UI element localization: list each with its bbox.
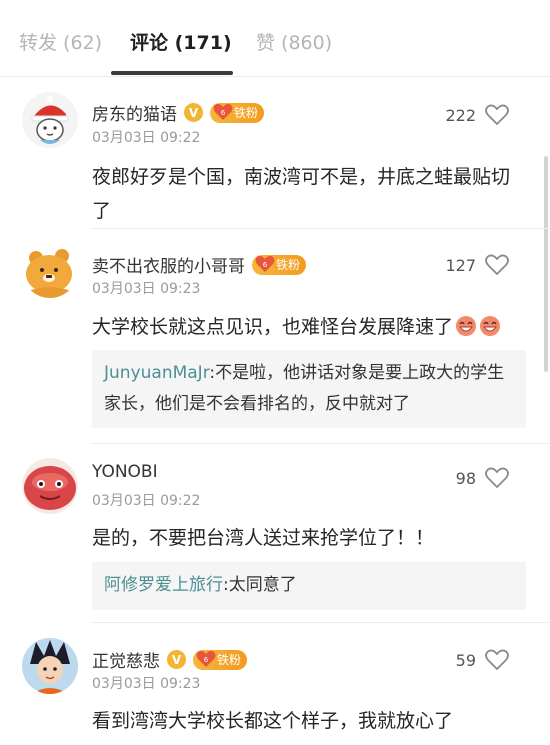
tab-likes[interactable]: 赞 (860): [256, 28, 332, 55]
like-button[interactable]: 59: [456, 648, 510, 672]
heart-outline-icon[interactable]: [484, 103, 510, 127]
like-button[interactable]: 98: [456, 466, 510, 490]
cartoon-cat-with-hat-avatar-icon: [22, 92, 78, 148]
heart-outline-icon[interactable]: [484, 466, 510, 490]
laughing-face-emoji-icon: [479, 315, 501, 337]
reply-author[interactable]: 阿修罗爱上旅行: [104, 575, 223, 595]
avatar[interactable]: [22, 458, 78, 514]
active-tab-indicator: [111, 71, 233, 75]
divider: [90, 622, 550, 623]
like-count: 98: [455, 468, 476, 488]
reply-author[interactable]: JunyuanMaJr: [104, 363, 209, 383]
svg-text:6: 6: [263, 261, 268, 269]
red-creature-avatar-icon: [22, 458, 78, 514]
comment-text: 是的，不要把台湾人送过来抢学位了！！: [92, 527, 435, 549]
fan-badge: 6 铁粉: [252, 253, 307, 275]
anime-character-avatar-icon: [22, 638, 78, 694]
avatar[interactable]: [22, 638, 78, 694]
comment-item: 正觉慈悲 V 6 铁粉 03月03日 09:23 59 看到湾湾大学校长都这个样…: [0, 624, 550, 745]
comment-item: 房东的猫语 V 6 铁粉 03月03日 09:22 222 夜郎好歹是个国，南波…: [0, 78, 550, 229]
timestamp: 03月03日 09:23: [92, 281, 201, 297]
svg-text:6: 6: [204, 656, 209, 664]
avatar[interactable]: [22, 242, 78, 298]
reply-box[interactable]: 阿修罗爱上旅行:太同意了: [92, 562, 526, 610]
like-count: 222: [445, 105, 476, 125]
divider: [90, 443, 550, 444]
heart-outline-icon[interactable]: [484, 253, 510, 277]
timestamp: 03月03日 09:22: [92, 493, 201, 509]
fan-heart-icon: 6: [212, 101, 234, 123]
verified-badge-icon: V: [184, 103, 203, 122]
fan-badge: 6 铁粉: [193, 648, 248, 670]
fan-badge: 6 铁粉: [210, 101, 265, 123]
comment-item: YONOBI 03月03日 09:22 98 是的，不要把台湾人送过来抢学位了！…: [0, 445, 550, 623]
reply-box[interactable]: JunyuanMaJr:不是啦，他讲话对象是要上政大的学生家长，他们是不会看排名…: [92, 350, 526, 428]
reply-text: :太同意了: [223, 575, 297, 595]
svg-text:6: 6: [221, 109, 226, 117]
tab-comments[interactable]: 评论 (171): [130, 28, 232, 55]
fan-badge-label: 铁粉: [217, 653, 242, 667]
like-button[interactable]: 222: [445, 103, 510, 127]
like-count: 59: [455, 650, 476, 670]
timestamp: 03月03日 09:22: [92, 130, 201, 146]
username[interactable]: 卖不出衣服的小哥哥: [92, 252, 245, 277]
fan-badge-label: 铁粉: [276, 258, 301, 272]
tab-reposts[interactable]: 转发 (62): [19, 28, 102, 55]
orange-bear-avatar-icon: [22, 242, 78, 298]
fan-heart-icon: 6: [195, 648, 217, 670]
verified-badge-icon: V: [167, 650, 186, 669]
comment-text: 夜郎好歹是个国，南波湾可不是，井底之蛙最贴切了: [92, 166, 511, 222]
fan-badge-label: 铁粉: [234, 106, 259, 120]
tab-bar: 转发 (62) 评论 (171) 赞 (860): [0, 0, 550, 77]
comment-text: 看到湾湾大学校长都这个样子，我就放心了: [92, 710, 454, 732]
comment-text: 大学校长就这点见识，也难怪台发展降速了: [92, 316, 454, 338]
username[interactable]: 房东的猫语: [92, 100, 177, 125]
timestamp: 03月03日 09:23: [92, 676, 201, 692]
username[interactable]: YONOBI: [92, 462, 158, 482]
username[interactable]: 正觉慈悲: [92, 647, 160, 672]
comment-item: 卖不出衣服的小哥哥 6 铁粉 03月03日 09:23 127 大学校长就这点见…: [0, 230, 550, 444]
laughing-face-emoji-icon: [455, 315, 477, 337]
like-button[interactable]: 127: [445, 253, 510, 277]
fan-heart-icon: 6: [254, 253, 276, 275]
like-count: 127: [445, 255, 476, 275]
divider: [90, 228, 550, 229]
avatar[interactable]: [22, 92, 78, 148]
heart-outline-icon[interactable]: [484, 648, 510, 672]
comment-text-row: 大学校长就这点见识，也难怪台发展降速了: [92, 310, 528, 344]
